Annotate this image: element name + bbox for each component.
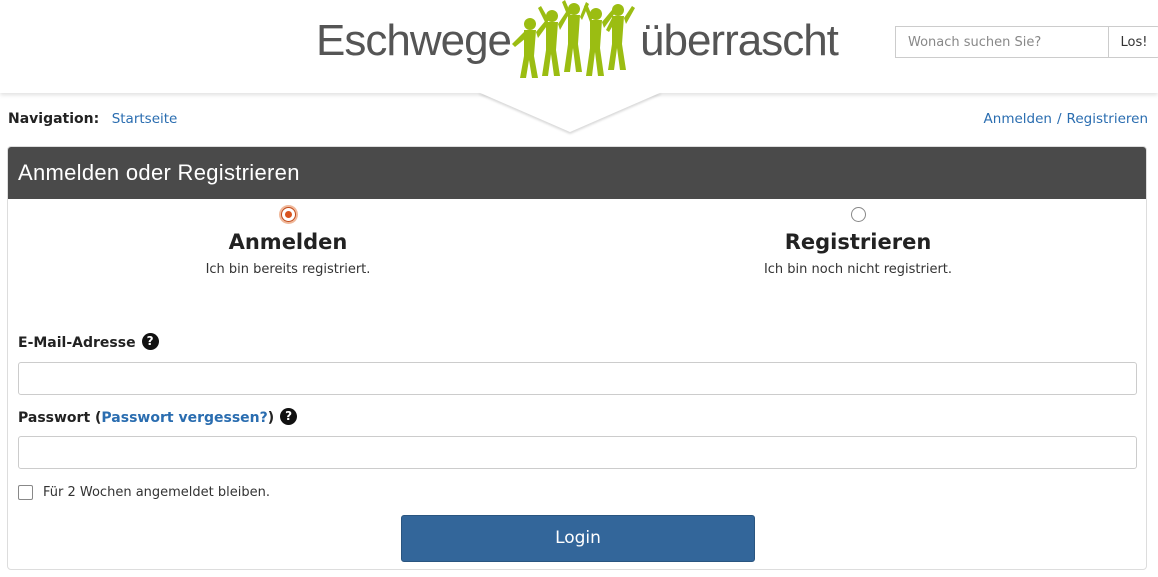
login-radio[interactable] (280, 207, 296, 222)
password-field[interactable] (18, 436, 1137, 469)
password-label-close: ) (267, 410, 275, 426)
breadcrumb-home-link[interactable]: Startseite (112, 111, 178, 127)
auth-links: Anmelden / Registrieren (984, 111, 1148, 127)
email-field[interactable] (18, 362, 1137, 395)
email-label: E-Mail-Adresse ? (18, 332, 159, 351)
remember-label: Für 2 Wochen angemeldet bleiben. (43, 485, 270, 500)
search-button[interactable]: Los! (1108, 26, 1158, 58)
question-circle-icon[interactable]: ? (280, 407, 298, 425)
remember-me[interactable]: Für 2 Wochen angemeldet bleiben. (18, 485, 270, 500)
auth-separator: / (1056, 111, 1062, 127)
password-label-text: Passwort ( (18, 410, 102, 426)
register-radio[interactable] (850, 207, 866, 222)
option-login-title: Anmelden (228, 230, 348, 254)
question-circle-icon[interactable]: ? (141, 332, 159, 350)
option-register-description: Ich bin noch nicht registriert. (763, 262, 953, 277)
password-label: Passwort (Passwort vergessen?) ? (18, 407, 298, 426)
option-login[interactable]: Anmelden Ich bin bereits registriert. (8, 207, 568, 277)
site-header: Eschwege überrascht Wonach suchen Sie? L… (0, 0, 1158, 93)
logo-text-left: Eschwege (316, 16, 512, 65)
header-notch (478, 92, 662, 132)
login-link[interactable]: Anmelden (984, 111, 1052, 127)
forgot-password-link[interactable]: Passwort vergessen? (101, 410, 267, 426)
jumping-people-logo-icon (512, 0, 635, 78)
login-button[interactable]: Login (401, 515, 755, 562)
panel-title: Anmelden oder Registrieren (8, 147, 1146, 199)
email-label-text: E-Mail-Adresse (18, 335, 136, 351)
site-logo[interactable]: Eschwege überrascht (316, 0, 846, 90)
site-search: Los! (895, 26, 1158, 58)
breadcrumb-label: Navigation: (8, 111, 100, 127)
search-input[interactable] (895, 26, 1108, 58)
option-login-description: Ich bin bereits registriert. (205, 262, 371, 277)
remember-checkbox[interactable] (18, 485, 33, 500)
logo-text-right: überrascht (640, 16, 839, 65)
login-panel: Anmelden oder Registrieren Anmelden Ich … (7, 146, 1147, 570)
option-register-title: Registrieren (784, 230, 932, 254)
register-link[interactable]: Registrieren (1067, 111, 1148, 127)
option-register[interactable]: Registrieren Ich bin noch nicht registri… (578, 207, 1138, 277)
